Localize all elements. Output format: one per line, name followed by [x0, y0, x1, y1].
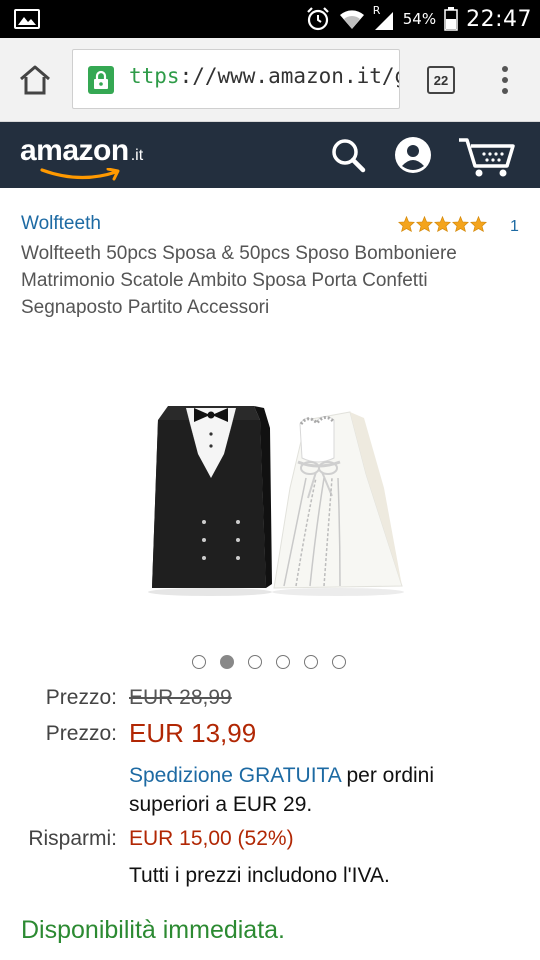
image-carousel-indicator[interactable] — [192, 655, 346, 669]
logo-word: amazon — [20, 134, 129, 167]
url-bar[interactable]: ttps://www.amazon.it/g — [72, 49, 400, 109]
star-icon — [434, 216, 451, 232]
shipping-info: Spedizione GRATUITA per ordini superiori… — [129, 761, 519, 819]
savings-label: Risparmi: — [28, 827, 117, 850]
battery-percent: 54% — [402, 10, 437, 28]
star-icon — [452, 216, 469, 232]
clock: 22:47 — [466, 6, 532, 32]
alarm-icon — [306, 7, 329, 31]
tab-switcher-button[interactable]: 22 — [427, 66, 455, 94]
star-rating[interactable]: 1 — [398, 216, 519, 235]
browser-toolbar: ttps://www.amazon.it/g 22 — [0, 38, 540, 122]
url-text: ttps://www.amazon.it/g — [129, 64, 400, 88]
carousel-dot-active[interactable] — [220, 655, 234, 669]
product-title: Wolfteeth 50pcs Sposa & 50pcs Sposo Bomb… — [21, 243, 457, 318]
brand-link[interactable]: Wolfteeth — [21, 213, 101, 235]
cart-icon[interactable] — [457, 134, 515, 178]
url-address: ://www.amazon.it/g — [179, 64, 400, 88]
carousel-dot[interactable] — [276, 655, 290, 669]
star-icon — [470, 216, 487, 232]
battery-icon — [444, 7, 458, 31]
star-icon — [398, 216, 415, 232]
availability-status: Disponibilità immediata. — [21, 916, 286, 944]
home-icon — [20, 65, 50, 95]
signal-icon: R — [373, 4, 395, 32]
sale-price-label: Prezzo: — [45, 722, 117, 745]
list-price: EUR 28,99 — [129, 686, 232, 709]
rating-count[interactable]: 1 — [510, 218, 519, 236]
status-bar: R 54% 22:47 — [0, 0, 540, 38]
amazon-smile-icon — [40, 168, 120, 181]
account-icon[interactable] — [394, 136, 432, 174]
url-protocol: ttps — [129, 64, 180, 88]
status-indicators: R 54% 22:47 — [305, 0, 532, 38]
home-button[interactable] — [18, 64, 52, 96]
savings-value: EUR 15,00 (52%) — [129, 827, 294, 850]
list-price-label: Prezzo: — [45, 686, 117, 709]
amazon-logo[interactable]: amazon .it — [20, 134, 144, 181]
free-shipping-link[interactable]: Spedizione GRATUITA — [129, 764, 341, 787]
amazon-header: amazon .it — [0, 122, 540, 188]
product-image[interactable] — [120, 338, 420, 624]
overflow-menu-icon[interactable] — [494, 63, 516, 97]
vat-note: Tutti i prezzi includono l'IVA. — [129, 864, 390, 887]
search-icon[interactable] — [330, 137, 366, 173]
carousel-dot[interactable] — [304, 655, 318, 669]
sale-price: EUR 13,99 — [129, 718, 257, 748]
rating-stars — [398, 216, 487, 232]
star-icon — [416, 216, 433, 232]
carousel-dot[interactable] — [332, 655, 346, 669]
gallery-icon — [14, 9, 40, 29]
carousel-dot[interactable] — [192, 655, 206, 669]
lock-icon — [88, 66, 114, 94]
carousel-dot[interactable] — [248, 655, 262, 669]
logo-tld: .it — [130, 147, 144, 164]
wifi-icon — [339, 10, 364, 29]
